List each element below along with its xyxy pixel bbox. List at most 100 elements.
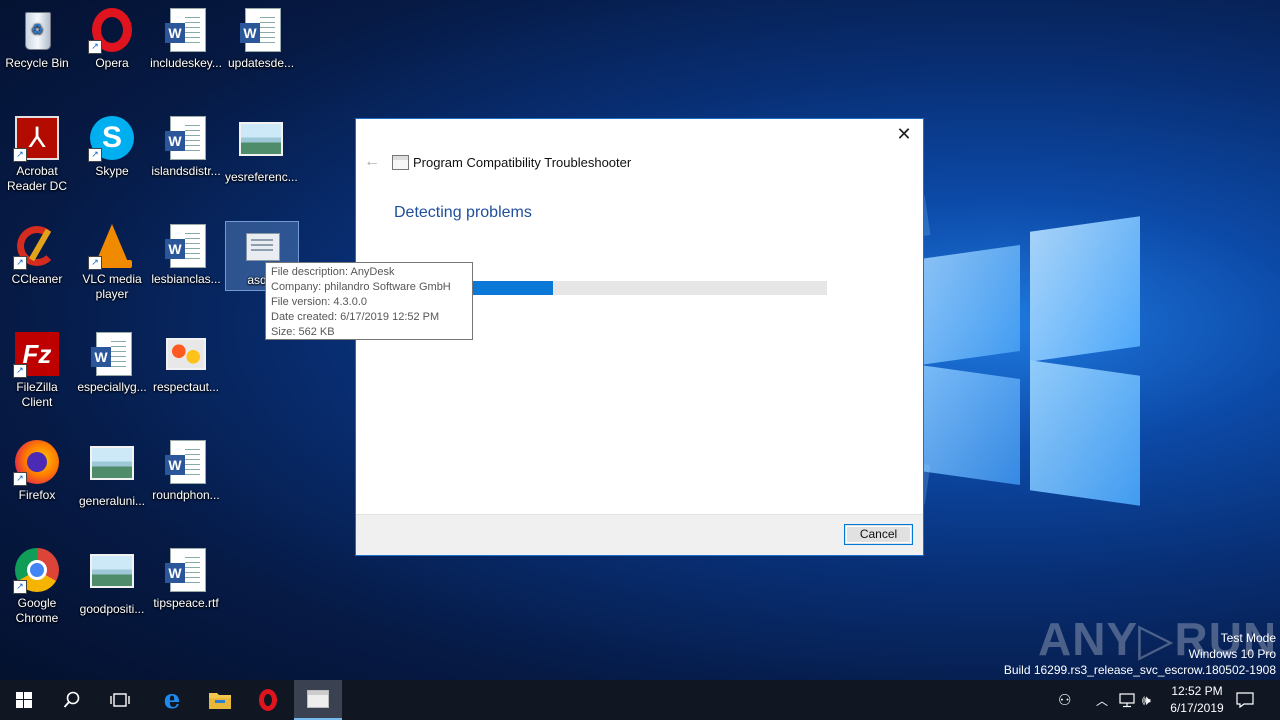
tooltip-description: File description: AnyDesk	[271, 266, 395, 278]
search-icon	[63, 691, 80, 708]
desktop-icon-label: VLC media player	[82, 272, 142, 301]
shortcut-arrow-icon: ↗	[13, 364, 27, 378]
troubleshooter-app-icon	[392, 155, 409, 170]
shortcut-arrow-icon: ↗	[88, 148, 102, 162]
desktop-icon-ccleaner[interactable]: ↗ CCleaner	[1, 224, 73, 287]
desktop-icon-generaluni[interactable]: generaluni...	[76, 440, 148, 509]
desktop-icon-label: FileZilla Client	[16, 380, 58, 409]
tooltip-date-created: Date created: 6/17/2019 12:52 PM	[271, 311, 440, 323]
firefox-icon: ↗	[13, 440, 59, 486]
shortcut-arrow-icon: ↗	[13, 472, 27, 486]
desktop-icon-tipspeace[interactable]: W tipspeace.rtf	[150, 548, 222, 611]
speaker-glyph: 🕪	[1142, 691, 1151, 708]
word-document-icon: W	[90, 332, 134, 376]
desktop-icon-label: especiallyg...	[77, 380, 147, 394]
windows-edition-label: Windows 10 Pro	[1188, 647, 1276, 661]
tooltip-size: Size: 562 KB	[271, 326, 335, 338]
desktop-icon-label: Opera	[95, 56, 129, 70]
dialog-footer: Cancel	[356, 514, 923, 555]
desktop-icon-recycle-bin[interactable]: ♻ Recycle Bin	[1, 8, 73, 71]
desktop-icon-filezilla[interactable]: Fz ↗ FileZilla Client	[1, 332, 73, 410]
start-button[interactable]	[0, 680, 48, 720]
desktop-icon-label: goodpositi...	[79, 602, 145, 616]
shortcut-arrow-icon: ↗	[13, 580, 27, 594]
shortcut-arrow-icon: ↗	[88, 256, 102, 270]
desktop-icon-label: Recycle Bin	[5, 56, 69, 70]
desktop-icon-updatesde[interactable]: W updatesde...	[225, 8, 297, 71]
troubleshooter-app-icon	[307, 690, 329, 708]
dialog-heading: Detecting problems	[394, 204, 532, 221]
desktop-icon-firefox[interactable]: ↗ Firefox	[1, 440, 73, 503]
action-center-button[interactable]	[1236, 680, 1258, 720]
notification-icon	[1236, 692, 1254, 708]
desktop-icon-especiallyg[interactable]: W especiallyg...	[76, 332, 148, 395]
chrome-icon: ↗	[13, 548, 59, 594]
word-document-icon: W	[164, 440, 208, 484]
network-glyph-icon	[1119, 693, 1135, 708]
build-label: Build 16299.rs3_release_svc_escrow.18050…	[1003, 663, 1276, 677]
taskbar: e ⚇ ︿ 🕪 12:52 PM 6/17/2019	[0, 680, 1280, 720]
test-mode-watermark: Test Mode Windows 10 Pro Build 16299.rs3…	[1004, 630, 1276, 678]
filezilla-icon: Fz ↗	[13, 332, 59, 378]
word-document-icon: W	[164, 548, 208, 592]
desktop-icon-vlc[interactable]: ↗ VLC media player	[76, 224, 148, 302]
file-info-tooltip: File description: AnyDesk Company: phila…	[265, 262, 473, 340]
desktop-icon-goodpositi[interactable]: goodpositi...	[76, 548, 148, 617]
desktop-icon-label: generaluni...	[78, 494, 146, 508]
search-button[interactable]	[48, 680, 96, 720]
desktop-icon-label: Skype	[95, 164, 129, 178]
desktop-icon-skype[interactable]: S ↗ Skype	[76, 116, 148, 179]
taskbar-edge[interactable]: e	[148, 680, 196, 720]
desktop-icon-label: yesreferenc...	[225, 170, 298, 184]
desktop-icon-lesbianclas[interactable]: W lesbianclas...	[150, 224, 222, 287]
task-view-button[interactable]	[96, 680, 144, 720]
back-arrow-icon[interactable]: ←	[364, 153, 380, 171]
desktop-icon-acrobat[interactable]: ⅄ ↗ Acrobat Reader DC	[1, 116, 73, 194]
desktop-icon-includeskey[interactable]: W includeskey...	[150, 8, 222, 71]
shortcut-arrow-icon: ↗	[13, 256, 27, 270]
word-document-icon: W	[164, 224, 208, 268]
desktop-icon-label: CCleaner	[11, 272, 63, 286]
volume-icon[interactable]: 🕪	[1142, 680, 1162, 720]
image-file-icon	[239, 122, 283, 166]
desktop-icon-label: islandsdistr...	[151, 164, 221, 178]
desktop-icon-label: Firefox	[18, 488, 56, 502]
task-view-icon	[110, 693, 130, 707]
desktop-icon-label: Acrobat Reader DC	[6, 164, 68, 193]
show-hidden-icons-button[interactable]: ︿	[1096, 680, 1110, 720]
desktop-icon-opera[interactable]: ↗ Opera	[76, 8, 148, 71]
desktop-icon-label: Google Chrome	[15, 596, 59, 625]
vlc-icon: ↗	[88, 224, 134, 270]
word-document-icon: W	[239, 8, 283, 52]
desktop-icon-label: lesbianclas...	[151, 272, 221, 286]
people-icon[interactable]: ⚇	[1058, 680, 1078, 720]
progress-bar	[466, 281, 827, 295]
dialog-title: Program Compatibility Troubleshooter	[413, 155, 632, 170]
taskbar-clock[interactable]: 12:52 PM 6/17/2019	[1162, 683, 1232, 717]
cancel-button[interactable]: Cancel	[844, 524, 913, 545]
shortcut-arrow-icon: ↗	[13, 148, 27, 162]
desktop-icon-roundphon[interactable]: W roundphon...	[150, 440, 222, 503]
folder-icon	[209, 693, 231, 709]
windows-logo-icon	[16, 692, 32, 708]
close-icon[interactable]: ✕	[893, 123, 915, 145]
desktop-icon-yesreferenc[interactable]: yesreferenc...	[225, 116, 298, 185]
desktop-icon-label: includeskey...	[150, 56, 222, 70]
opera-icon: ↗	[88, 8, 134, 54]
image-file-icon	[164, 332, 208, 376]
opera-icon	[259, 689, 277, 711]
network-icon[interactable]	[1118, 680, 1138, 720]
clock-date: 6/17/2019	[1170, 701, 1224, 715]
taskbar-file-explorer[interactable]	[196, 680, 244, 720]
desktop-icon-islandsdistr[interactable]: W islandsdistr...	[150, 116, 222, 179]
tooltip-company: Company: philandro Software GmbH	[271, 281, 451, 293]
taskbar-troubleshooter[interactable]	[294, 680, 342, 720]
image-file-icon	[90, 446, 134, 490]
taskbar-opera[interactable]	[244, 680, 292, 720]
test-mode-label: Test Mode	[1220, 631, 1276, 645]
desktop-icon-chrome[interactable]: ↗ Google Chrome	[1, 548, 73, 626]
people-glyph: ⚇	[1058, 692, 1072, 709]
progress-bar-fill	[466, 281, 553, 295]
desktop-icon-label: roundphon...	[152, 488, 220, 502]
desktop-icon-respectaut[interactable]: respectaut...	[150, 332, 222, 395]
